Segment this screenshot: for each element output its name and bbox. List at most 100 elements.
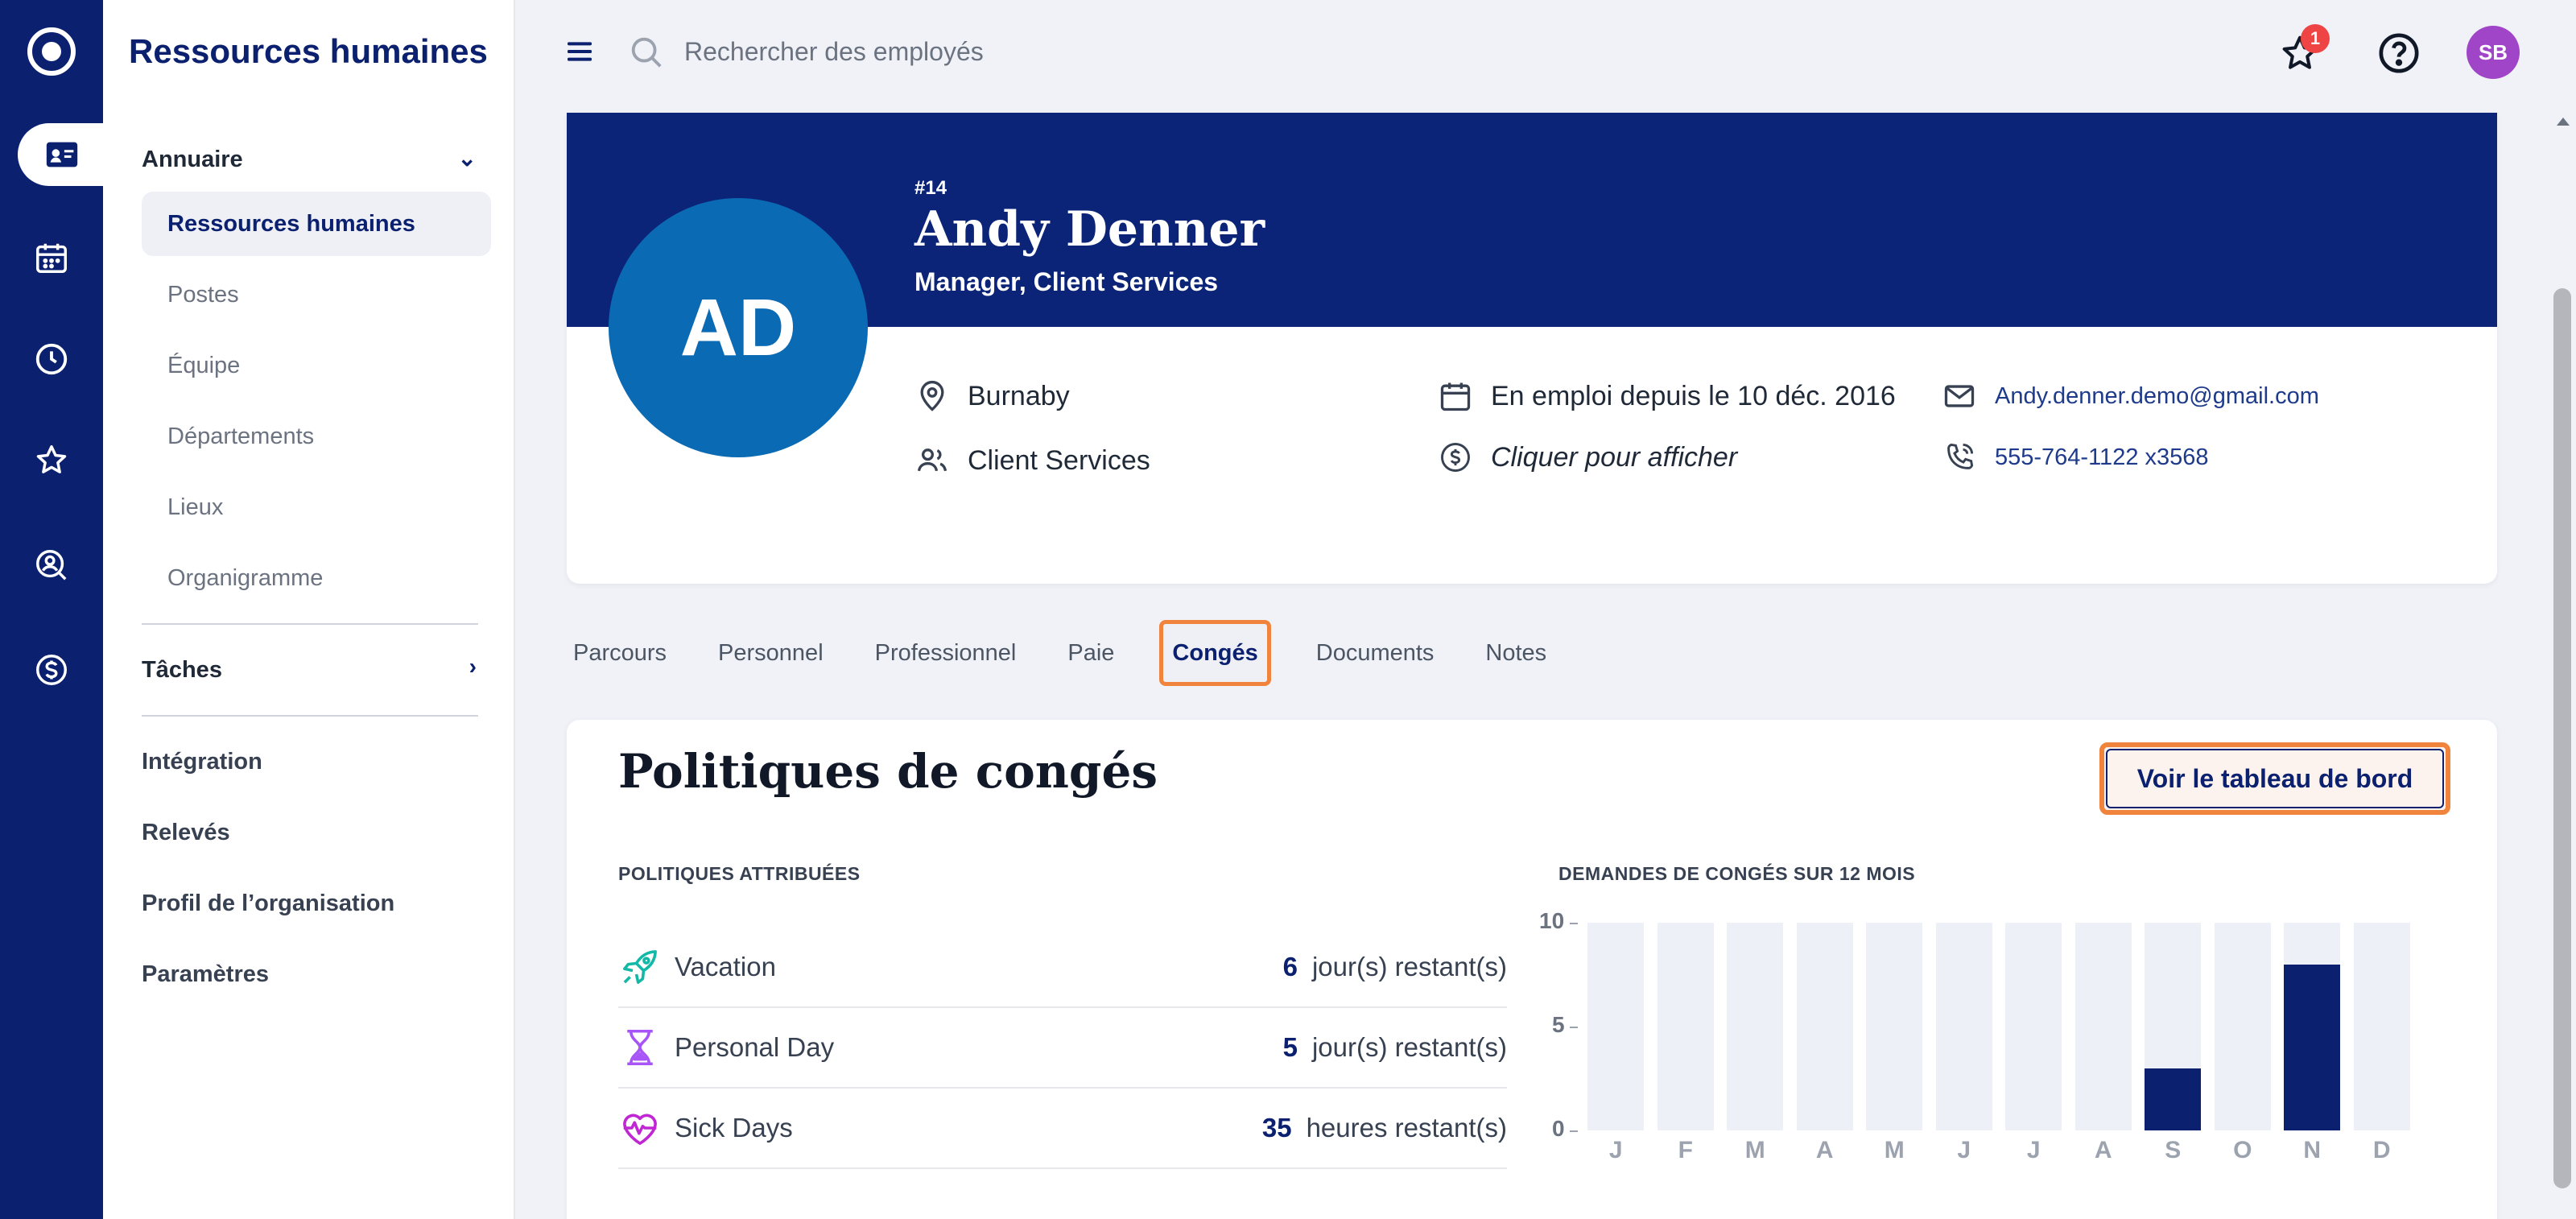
- bar-background: [1935, 923, 1992, 1130]
- dollar-icon: [1441, 443, 1470, 472]
- policy-row[interactable]: Sick Days 35 heures restant(s): [618, 1089, 1507, 1169]
- sidebar-item-departements[interactable]: Départements: [142, 404, 491, 469]
- bar-background: [1796, 923, 1853, 1130]
- rail-time[interactable]: [0, 319, 103, 399]
- location-pin-icon: [920, 380, 944, 411]
- info-email[interactable]: Andy.denner.demo@gmail.com: [1942, 378, 2319, 414]
- chevron-right-icon[interactable]: ›: [469, 654, 477, 680]
- user-avatar[interactable]: SB: [2467, 26, 2520, 79]
- sidebar-item-postes[interactable]: Postes: [142, 262, 491, 327]
- calendar-icon: [1440, 382, 1471, 411]
- scroll-up-arrow-icon[interactable]: [2557, 118, 2570, 126]
- rail-performance[interactable]: [0, 420, 103, 501]
- tab-professionnel[interactable]: Professionnel: [869, 620, 1023, 686]
- location-text: Burnaby: [968, 380, 1070, 411]
- x-tick-label: A: [1815, 1137, 1834, 1163]
- info-phone[interactable]: 555-764-1122 x3568: [1942, 440, 2209, 475]
- info-salary[interactable]: Cliquer pour afficher: [1438, 440, 1737, 475]
- policy-row[interactable]: Vacation 6 jour(s) restant(s): [618, 928, 1507, 1008]
- email-link[interactable]: Andy.denner.demo@gmail.com: [1995, 383, 2319, 410]
- rail-recruiting[interactable]: [0, 525, 103, 605]
- x-tick-label: J: [1957, 1137, 1971, 1163]
- star-icon: [36, 445, 67, 473]
- mail-icon: [1944, 385, 1975, 407]
- leave-requests-label: DEMANDES DE CONGÉS SUR 12 MOIS: [1558, 863, 1916, 884]
- menu-icon[interactable]: [564, 35, 596, 68]
- salary-reveal-link[interactable]: Cliquer pour afficher: [1491, 442, 1737, 473]
- rail-directory[interactable]: [18, 123, 106, 186]
- rail-calendar[interactable]: [0, 217, 103, 298]
- y-tick-label: 5: [1552, 1012, 1565, 1037]
- page-scrollbar[interactable]: [2549, 105, 2576, 1219]
- policy-value: 6: [1282, 952, 1298, 981]
- sidebar-link-profil-organisation[interactable]: Profil de l’organisation: [142, 890, 394, 917]
- policy-value: 35: [1261, 1113, 1292, 1143]
- x-tick-label: A: [2094, 1137, 2112, 1163]
- tab-conges[interactable]: Congés: [1159, 620, 1271, 686]
- sidebar-link-parametres[interactable]: Paramètres: [142, 961, 269, 988]
- bar[interactable]: [2145, 1068, 2202, 1130]
- sidebar-link-releves[interactable]: Relevés: [142, 820, 230, 846]
- team-icon: [917, 448, 947, 472]
- scroll-thumb[interactable]: [2553, 288, 2571, 1188]
- bar[interactable]: [2284, 964, 2341, 1130]
- tab-paie[interactable]: Paie: [1061, 620, 1121, 686]
- y-tick-label: 0: [1552, 1116, 1565, 1141]
- bar-background: [1866, 923, 1923, 1130]
- sidebar-item-equipe[interactable]: Équipe: [142, 333, 491, 398]
- chevron-down-icon[interactable]: ⌄: [458, 145, 477, 171]
- tab-documents[interactable]: Documents: [1310, 620, 1441, 686]
- policy-name: Personal Day: [675, 1032, 835, 1062]
- phone-icon: [1947, 443, 1974, 469]
- sidebar-title: Ressources humaines: [129, 32, 488, 70]
- policy-unit: jour(s) restant(s): [1311, 952, 1507, 981]
- y-tick-mark: [1570, 1130, 1578, 1132]
- tab-parcours[interactable]: Parcours: [567, 620, 673, 686]
- tab-personnel[interactable]: Personnel: [712, 620, 830, 686]
- sidebar-group-annuaire[interactable]: Annuaire: [142, 147, 243, 173]
- policy-value: 5: [1282, 1032, 1298, 1062]
- sidebar-divider: [142, 715, 478, 717]
- leave-title: Politiques de congés: [618, 744, 1158, 799]
- x-tick-label: O: [2233, 1137, 2252, 1163]
- directory-icon: [46, 142, 78, 167]
- employee-number: #14: [914, 177, 947, 199]
- icon-rail: [0, 0, 106, 1219]
- sidebar-divider: [142, 623, 478, 625]
- policy-unit: heures restant(s): [1306, 1113, 1507, 1143]
- policy-row[interactable]: Personal Day 5 jour(s) restant(s): [618, 1008, 1507, 1089]
- search-input[interactable]: [684, 29, 1409, 74]
- view-dashboard-button[interactable]: Voir le tableau de bord: [2099, 742, 2450, 815]
- profile-tabs: Parcours Personnel Professionnel Paie Co…: [567, 620, 1591, 686]
- rail-payroll[interactable]: [0, 630, 103, 710]
- heart-pulse-icon: [623, 1114, 657, 1145]
- bar-background: [2214, 923, 2271, 1130]
- bar-background: [2074, 923, 2132, 1130]
- sidebar-item-organigramme[interactable]: Organigramme: [142, 546, 491, 610]
- x-tick-label: D: [2372, 1137, 2391, 1163]
- x-tick-label: J: [2026, 1137, 2041, 1163]
- phone-link[interactable]: 555-764-1122 x3568: [1995, 444, 2209, 471]
- leave-requests-chart: 0 5 10 J F M A M J J A S O N D: [1539, 908, 2457, 1163]
- tab-notes[interactable]: Notes: [1479, 620, 1553, 686]
- x-tick-label: N: [2303, 1137, 2322, 1163]
- assigned-policies-label: POLITIQUES ATTRIBUÉES: [618, 863, 861, 884]
- leave-policies-card: Politiques de congés Voir le tableau de …: [567, 720, 2497, 1219]
- sidebar-item-ressources-humaines[interactable]: Ressources humaines: [142, 192, 491, 256]
- logo-icon[interactable]: [27, 27, 76, 76]
- profile-card: AD #14 Andy Denner Manager, Client Servi…: [567, 113, 2497, 584]
- sidebar-item-lieux[interactable]: Lieux: [142, 475, 491, 539]
- bar-background: [1587, 923, 1645, 1130]
- bar-background: [1727, 923, 1784, 1130]
- hourglass-icon: [627, 1029, 653, 1066]
- info-location: Burnaby: [914, 378, 1070, 414]
- sidebar-link-integration[interactable]: Intégration: [142, 749, 262, 775]
- y-tick-mark: [1570, 923, 1578, 924]
- x-tick-label: S: [2165, 1137, 2182, 1163]
- view-dashboard-label: Voir le tableau de bord: [2106, 749, 2444, 808]
- bar-background: [2353, 923, 2410, 1130]
- policy-unit: jour(s) restant(s): [1311, 1032, 1507, 1062]
- rocket-icon: [623, 950, 657, 984]
- sidebar-group-taches[interactable]: Tâches: [142, 657, 222, 684]
- help-icon[interactable]: [2376, 31, 2421, 76]
